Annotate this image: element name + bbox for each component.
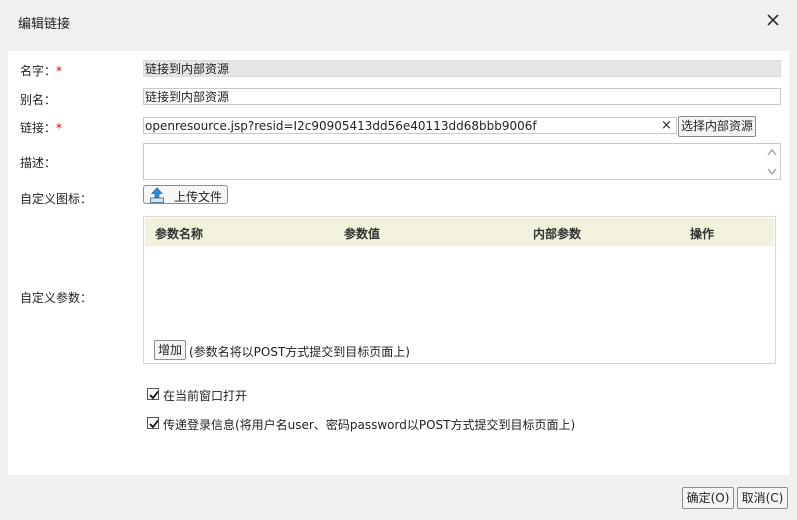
link-value: openresource.jsp?resid=I2c90905413dd56e4… (145, 119, 537, 133)
name-label: 名字：* (20, 64, 63, 78)
dialog-body: 名字：* 链接到内部资源 别名： 链接到内部资源 链接：* openresour… (8, 51, 789, 475)
params-table: 参数名称 参数值 内部参数 操作 增加 (参数名将以POST方式提交到目标页面上… (143, 216, 776, 364)
desc-label: 描述： (20, 156, 57, 170)
cancel-button[interactable]: 取消(C) (737, 487, 788, 509)
column-param-value: 参数值 (344, 227, 381, 241)
column-param-name: 参数名称 (155, 227, 204, 241)
upload-file-button[interactable]: 上传文件 (143, 185, 228, 204)
params-table-header: 参数名称 参数值 内部参数 操作 (145, 218, 774, 246)
upload-icon (150, 187, 164, 203)
dialog-titlebar: 编辑链接 (0, 0, 797, 42)
alias-field[interactable]: 链接到内部资源 (143, 88, 781, 105)
clear-link-icon[interactable]: × (661, 118, 672, 133)
ok-button[interactable]: 确定(O) (682, 487, 734, 509)
link-label: 链接：* (20, 121, 63, 135)
pass-login-info-label: 传递登录信息(将用户名user、密码password以POST方式提交到目标页面… (163, 418, 576, 432)
pass-login-info-checkbox[interactable] (147, 417, 159, 429)
select-resource-button[interactable]: 选择内部资源 (678, 116, 756, 137)
alias-label: 别名： (20, 93, 57, 107)
open-current-window-label: 在当前窗口打开 (163, 389, 248, 403)
column-internal-param: 内部参数 (533, 227, 582, 241)
column-actions: 操作 (690, 227, 715, 241)
params-note: (参数名将以POST方式提交到目标页面上) (189, 345, 410, 359)
params-label: 自定义参数： (20, 291, 93, 305)
desc-textarea[interactable] (143, 143, 781, 180)
icon-label: 自定义图标： (20, 192, 93, 206)
name-field[interactable]: 链接到内部资源 (143, 60, 781, 77)
close-icon[interactable] (764, 11, 782, 29)
dialog-title: 编辑链接 (18, 17, 71, 32)
add-param-button[interactable]: 增加 (154, 340, 186, 360)
link-field[interactable]: openresource.jsp?resid=I2c90905413dd56e4… (143, 117, 677, 134)
upload-file-label: 上传文件 (174, 190, 223, 204)
open-current-window-checkbox[interactable] (147, 388, 159, 400)
textarea-scrollbar[interactable] (766, 147, 778, 177)
